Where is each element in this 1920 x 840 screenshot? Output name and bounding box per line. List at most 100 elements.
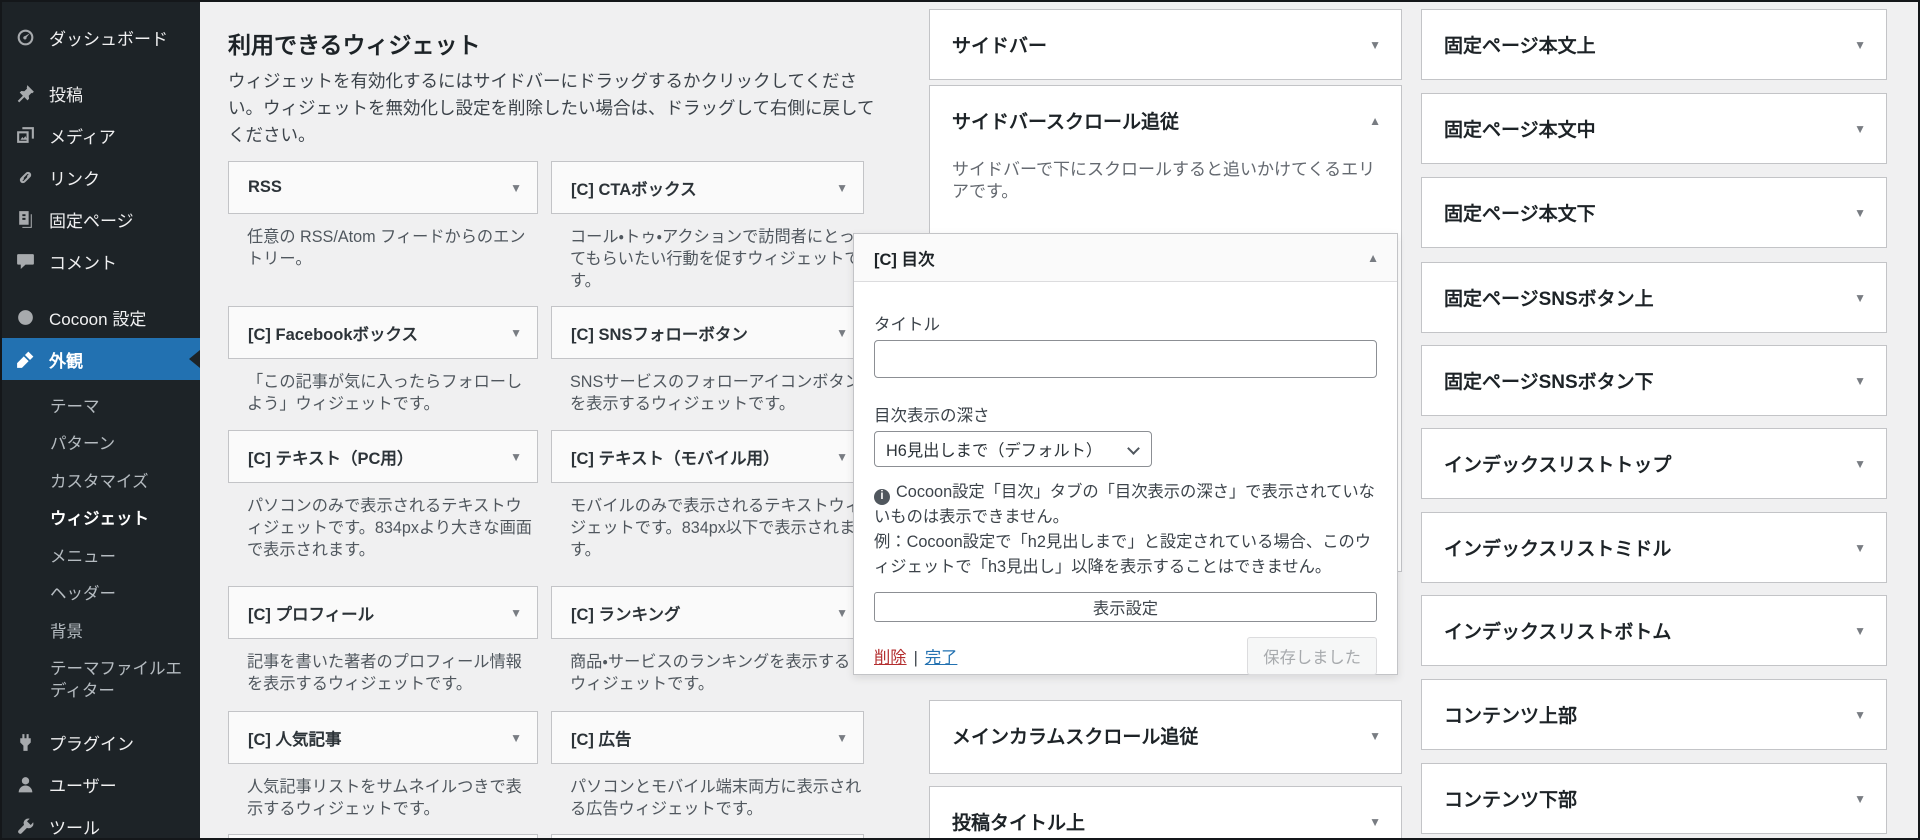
submenu-item[interactable]: テーマファイルエディター [0,651,196,710]
display-settings-button[interactable]: 表示設定 [874,592,1377,622]
pin-icon [13,81,37,105]
info-icon: i [874,488,890,505]
sidebar-item-circle[interactable]: Cocoon 設定 [0,296,200,338]
expand-down-icon[interactable]: ▼ [1854,292,1866,304]
widget-area-box[interactable]: インデックスリストトップ ▼ [1421,428,1887,499]
saved-button[interactable]: 保存しました [1247,637,1377,675]
expand-down-icon[interactable]: ▼ [836,607,848,619]
expand-down-icon[interactable]: ▼ [836,182,848,194]
widget-area-header[interactable]: 固定ページSNSボタン上 ▼ [1422,263,1886,332]
expand-down-icon[interactable]: ▼ [1369,816,1381,828]
widget-title-bar[interactable]: RSS ▼ [228,161,538,214]
widget-area-header[interactable]: 固定ページ本文下 ▼ [1422,178,1886,247]
toc-title-input[interactable] [874,340,1377,378]
expand-down-icon[interactable]: ▼ [1854,709,1866,721]
collapse-up-icon[interactable]: ▲ [1369,115,1381,127]
expand-down-icon[interactable]: ▼ [1369,39,1381,51]
done-link[interactable]: 完了 [925,649,958,667]
widget-area-title: サイドバースクロール追従 [952,112,1180,133]
expand-down-icon[interactable]: ▼ [510,182,522,194]
comment-icon [13,249,37,273]
submenu-item[interactable]: 背景 [0,614,196,651]
expand-down-icon[interactable]: ▼ [836,732,848,744]
widget-title-bar[interactable]: [C] プロフィール ▼ [228,586,538,639]
widget-area-header[interactable]: 投稿タイトル上 ▼ [930,787,1401,840]
widget-area-header[interactable]: サイドバー ▼ [930,10,1401,79]
expand-down-icon[interactable]: ▼ [510,327,522,339]
widget-title-bar[interactable]: [C] ランキング ▼ [551,586,864,639]
sidebar-item-brush[interactable]: 外観 [0,338,200,380]
sidebar-item-wrench[interactable]: ツール [0,806,200,840]
submenu-item[interactable]: テーマ [0,389,196,426]
widget-area-header[interactable]: 固定ページ本文上 ▼ [1422,10,1886,79]
submenu-item[interactable]: メニュー [0,539,196,576]
widget-area-box[interactable]: コンテンツ上部 ▼ [1421,679,1887,750]
sidebar-item-user[interactable]: ユーザー [0,764,200,806]
widget-area-header[interactable]: サイドバースクロール追従 ▲ [930,86,1401,155]
widget-area-header[interactable]: メインカラムスクロール追従 ▼ [930,701,1401,770]
submenu-item[interactable]: ヘッダー [0,576,196,613]
expand-down-icon[interactable]: ▼ [510,607,522,619]
expand-down-icon[interactable]: ▼ [1854,625,1866,637]
expand-down-icon[interactable]: ▼ [836,451,848,463]
widget-area-header[interactable]: 固定ページ本文中 ▼ [1422,94,1886,163]
widget-area-box[interactable]: 固定ページ本文上 ▼ [1421,9,1887,80]
submenu-item[interactable]: パターン [0,426,196,463]
widget-title-bar[interactable]: [C] 広告 ▼ [551,711,864,764]
expand-down-icon[interactable]: ▼ [1854,375,1866,387]
widget-name: [C] ランキング [571,605,681,624]
sidebar-item-comment[interactable]: コメント [0,240,200,282]
widget-bar-partial[interactable] [551,834,864,840]
expand-down-icon[interactable]: ▼ [836,327,848,339]
submenu-item[interactable]: カスタマイズ [0,464,196,501]
widget-area-title: コンテンツ下部 [1444,790,1578,811]
widget-bar-partial[interactable] [228,834,538,840]
widget-area-header[interactable]: インデックスリストボトム ▼ [1422,596,1886,665]
widget-title-bar[interactable]: [C] SNSフォローボタン ▼ [551,306,864,359]
widget-title-bar[interactable]: [C] テキスト（PC用） ▼ [228,430,538,483]
delete-link[interactable]: 削除 [874,649,907,667]
widget-area-box[interactable]: インデックスリストミドル ▼ [1421,512,1887,583]
widget-area-box[interactable]: 投稿タイトル上 ▼ [929,786,1402,840]
expand-down-icon[interactable]: ▼ [1854,123,1866,135]
widget-area-header[interactable]: インデックスリストトップ ▼ [1422,429,1886,498]
widget-area-box[interactable]: 固定ページSNSボタン上 ▼ [1421,262,1887,333]
expand-down-icon[interactable]: ▼ [510,451,522,463]
widget-title-bar[interactable]: [C] Facebookボックス ▼ [228,306,538,359]
sidebar-item-label: 投稿 [49,85,83,105]
sidebar-item-pin[interactable]: 投稿 [0,72,200,114]
widget-area-header[interactable]: インデックスリストミドル ▼ [1422,513,1886,582]
widget-area-box[interactable]: サイドバー ▼ [929,9,1402,80]
collapse-up-icon[interactable]: ▲ [1367,252,1379,264]
sidebar-item-plug[interactable]: プラグイン [0,722,200,764]
widget-area-box[interactable]: 固定ページ本文中 ▼ [1421,93,1887,164]
widget-area-box[interactable]: インデックスリストボトム ▼ [1421,595,1887,666]
expand-down-icon[interactable]: ▼ [1369,730,1381,742]
sidebar-item-dashboard[interactable]: ダッシュボード [0,16,200,58]
widget-area-box[interactable]: コンテンツ下部 ▼ [1421,763,1887,834]
sidebar-item-pages[interactable]: 固定ページ [0,198,200,240]
submenu-item[interactable]: ウィジェット [0,501,196,538]
widget-area-box[interactable]: メインカラムスクロール追従 ▼ [929,700,1402,774]
expand-down-icon[interactable]: ▼ [510,732,522,744]
widget-area-box[interactable]: 固定ページ本文下 ▼ [1421,177,1887,248]
toc-depth-select[interactable]: H6見出しまで（デフォルト） [874,431,1152,467]
widget-name: [C] Facebookボックス [248,325,419,344]
widget-area-header[interactable]: コンテンツ下部 ▼ [1422,764,1886,833]
expand-down-icon[interactable]: ▼ [1854,458,1866,470]
widget-title-bar[interactable]: [C] CTAボックス ▼ [551,161,864,214]
widget-area-header[interactable]: コンテンツ上部 ▼ [1422,680,1886,749]
widget-area-box[interactable]: 固定ページSNSボタン下 ▼ [1421,345,1887,416]
expand-down-icon[interactable]: ▼ [1854,542,1866,554]
expand-down-icon[interactable]: ▼ [1854,39,1866,51]
widget-title-bar[interactable]: [C] テキスト（モバイル用） ▼ [551,430,864,483]
available-widget: [C] SNSフォローボタン ▼ SNSサービスのフォローアイコンボタンを表示するウ… [551,306,864,415]
widget-title-bar[interactable]: [C] 人気記事 ▼ [228,711,538,764]
expand-down-icon[interactable]: ▼ [1854,207,1866,219]
sidebar-item-media[interactable]: メディア [0,114,200,156]
expand-down-icon[interactable]: ▼ [1854,793,1866,805]
toc-widget-header[interactable]: [C] 目次 ▲ [854,234,1397,282]
sidebar-item-link[interactable]: リンク [0,156,200,198]
toc-widget-footer: 削除 | 完了 保存しました [874,637,1377,675]
widget-area-header[interactable]: 固定ページSNSボタン下 ▼ [1422,346,1886,415]
